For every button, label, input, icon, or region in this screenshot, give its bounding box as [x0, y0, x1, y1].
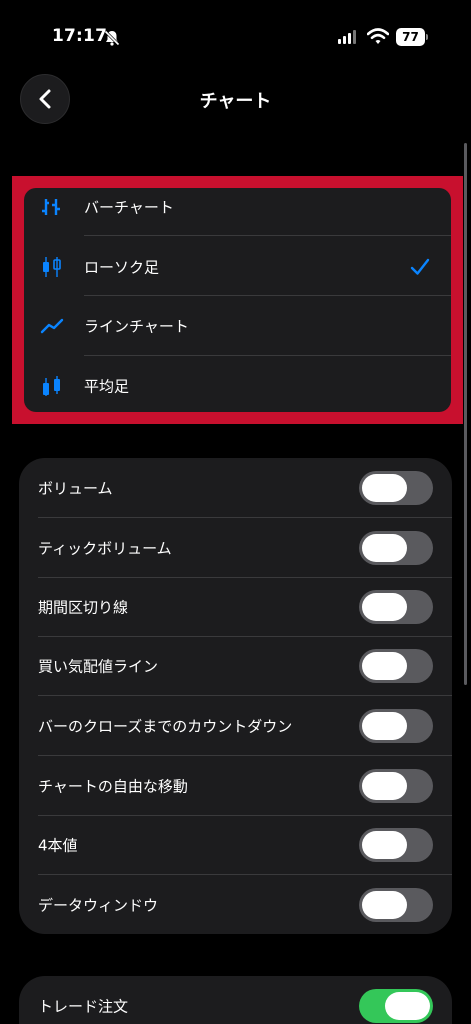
chart-type-list: バーチャート ローソク足 ラインチャート 平均足 [24, 188, 451, 412]
line-chart-icon [40, 318, 64, 334]
divider [84, 355, 451, 356]
toggle-knob [362, 652, 407, 680]
setting-ask-line: 買い気配値ライン [19, 636, 452, 696]
setting-label: 期間区切り線 [38, 598, 129, 617]
battery-icon: 77 [396, 28, 425, 46]
setting-free-scroll: チャートの自由な移動 [19, 756, 452, 816]
chart-type-candlestick[interactable]: ローソク足 [24, 238, 451, 296]
scroll-indicator[interactable] [464, 143, 467, 685]
ohlc-toggle[interactable] [359, 828, 433, 862]
chart-type-bar[interactable]: バーチャート [24, 188, 451, 236]
data-window-toggle[interactable] [359, 888, 433, 922]
setting-ohlc: 4本値 [19, 815, 452, 875]
setting-data-window: データウィンドウ [19, 875, 452, 934]
battery-tip [426, 34, 428, 40]
setting-label: ボリューム [38, 479, 113, 498]
divider [84, 235, 451, 236]
setting-volume: ボリューム [19, 458, 452, 518]
toggle-knob [362, 772, 407, 800]
setting-period-separators: 期間区切り線 [19, 577, 452, 637]
chart-type-heikin-ashi[interactable]: 平均足 [24, 357, 451, 412]
bar-countdown-toggle[interactable] [359, 709, 433, 743]
setting-label: データウィンドウ [38, 896, 159, 915]
screen: 17:17 77 チャート バーチャート ローソク足 ラインチャート 平均足 ボ… [0, 0, 471, 1024]
page-title: チャート [199, 91, 272, 112]
chart-type-label: 平均足 [84, 377, 130, 396]
heikin-ashi-icon [43, 376, 60, 396]
wifi-icon [367, 28, 389, 44]
divider [84, 295, 451, 296]
setting-trade-orders: トレード注文 [19, 976, 452, 1024]
free-scroll-toggle[interactable] [359, 769, 433, 803]
toggle-knob [362, 474, 407, 502]
checkmark-icon [410, 258, 430, 275]
toggle-knob [362, 712, 407, 740]
setting-label: トレード注文 [38, 997, 129, 1016]
volume-toggle[interactable] [359, 471, 433, 505]
chart-type-label: バーチャート [84, 198, 174, 217]
candlestick-icon [43, 257, 61, 277]
toggle-knob [362, 534, 407, 562]
trade-settings-card: トレード注文 [19, 976, 452, 1024]
toggle-knob [362, 593, 407, 621]
display-settings-card: ボリューム ティックボリューム 期間区切り線 買い気配値ライン バーのクローズま… [19, 458, 452, 934]
cellular-signal-icon [338, 30, 356, 44]
chart-type-label: ローソク足 [84, 258, 160, 277]
chart-type-line[interactable]: ラインチャート [24, 297, 451, 355]
setting-label: 4本値 [38, 836, 78, 855]
tick-volume-toggle[interactable] [359, 531, 433, 565]
setting-tick-volume: ティックボリューム [19, 518, 452, 578]
ask-line-toggle[interactable] [359, 649, 433, 683]
bar-chart-icon [42, 199, 60, 215]
period-separators-toggle[interactable] [359, 590, 433, 624]
bell-slash-icon [104, 30, 120, 46]
setting-label: 買い気配値ライン [38, 657, 159, 676]
setting-label: チャートの自由な移動 [38, 777, 188, 796]
setting-label: バーのクローズまでのカウントダウン [38, 717, 293, 736]
status-time: 17:17 [52, 26, 108, 46]
toggle-knob [362, 891, 407, 919]
toggle-knob [385, 992, 430, 1020]
setting-bar-countdown: バーのクローズまでのカウントダウン [19, 696, 452, 756]
setting-label: ティックボリューム [38, 539, 172, 558]
chart-type-label: ラインチャート [84, 317, 189, 336]
trade-orders-toggle[interactable] [359, 989, 433, 1023]
toggle-knob [362, 831, 407, 859]
